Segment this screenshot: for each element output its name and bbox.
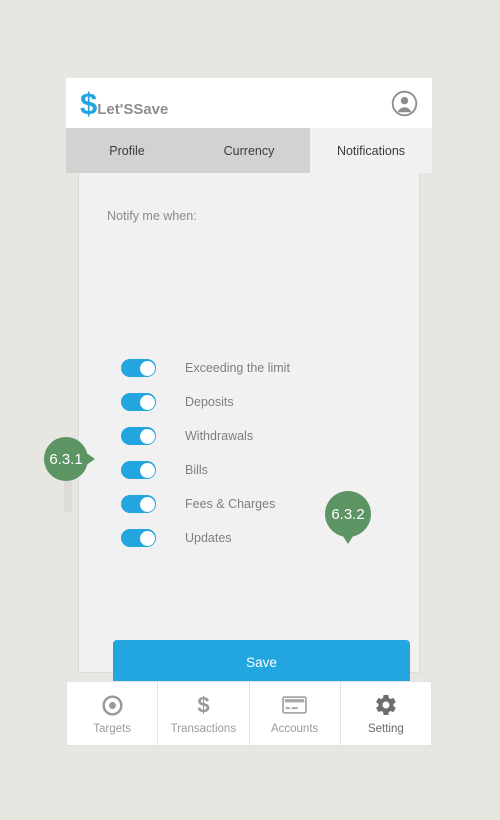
toggle-knob [139,394,155,410]
nav-item-setting[interactable]: Setting [341,682,431,745]
nav-label-targets: Targets [93,722,131,735]
nav-label-accounts: Accounts [270,722,319,735]
toggle-row-fees-and-charges[interactable]: Fees & Charges [121,487,290,521]
notifications-panel: Notify me when: Exceeding the limit Depo… [78,173,420,685]
toggle-row-exceeding-the-limit[interactable]: Exceeding the limit [121,351,290,385]
nav-item-transactions[interactable]: $ Transactions [158,682,250,745]
tab-profile-label: Profile [109,143,145,158]
tab-bar: Profile Currency Notifications [66,128,432,173]
credit-card-icon [282,693,307,718]
toggle-label-fees-and-charges: Fees & Charges [185,497,276,511]
nav-item-accounts[interactable]: Accounts [250,682,341,745]
toggle-label-deposits: Deposits [185,395,234,409]
nav-label-transactions: Transactions [170,722,237,735]
dollar-icon: $ [192,693,215,718]
toggle-row-deposits[interactable]: Deposits [121,385,290,419]
toggle-switch-withdrawals[interactable] [121,427,156,445]
nav-item-targets[interactable]: Targets [67,682,159,745]
target-icon [101,693,124,718]
toggle-label-withdrawals: Withdrawals [185,429,254,443]
tab-currency-label: Currency [223,143,275,158]
annotation-callout-632: 6.3.2 [325,491,371,544]
tab-currency[interactable]: Currency [188,128,310,173]
svg-text:$: $ [197,694,209,717]
save-button[interactable]: Save [113,640,410,685]
phone-frame: $ Let'SSave Profile Currency Notificatio… [66,78,432,746]
tab-profile[interactable]: Profile [66,128,188,173]
toggle-knob [139,360,155,376]
toggle-row-updates[interactable]: Updates [121,521,290,555]
tab-notifications-label: Notifications [336,143,406,158]
toggle-row-bills[interactable]: Bills [121,453,290,487]
app-header: $ Let'SSave [66,78,432,128]
toggle-switch-deposits[interactable] [121,393,156,411]
toggle-switch-bills[interactable] [121,461,156,479]
toggle-switch-updates[interactable] [121,529,156,547]
annotation-stem-631 [64,478,72,512]
user-avatar-icon[interactable] [391,90,418,117]
app-logo: $ Let'SSave [80,88,168,119]
toggle-knob [139,462,155,478]
gear-icon [374,693,398,718]
dollar-logo-icon: $ [80,85,97,121]
annotation-callout-631: 6.3.1 [44,437,95,481]
toggle-label-bills: Bills [185,463,208,477]
toggle-knob [139,496,155,512]
toggle-row-withdrawals[interactable]: Withdrawals [121,419,290,453]
section-label: Notify me when: [107,209,197,223]
tab-notifications[interactable]: Notifications [310,128,432,173]
toggle-label-updates: Updates [185,531,232,545]
app-title: Let'SSave [97,100,169,118]
toggle-switch-fees-and-charges[interactable] [121,495,156,513]
toggle-label-exceeding-the-limit: Exceeding the limit [185,361,290,375]
notification-toggle-list: Exceeding the limit Deposits Withdrawals… [121,351,290,555]
bottom-navigation-bar: Targets $ Transactions Accounts Setting [66,681,432,746]
toggle-switch-exceeding-the-limit[interactable] [121,359,156,377]
toggle-knob [139,530,155,546]
toggle-knob [139,428,155,444]
nav-label-setting: Setting [367,722,404,735]
